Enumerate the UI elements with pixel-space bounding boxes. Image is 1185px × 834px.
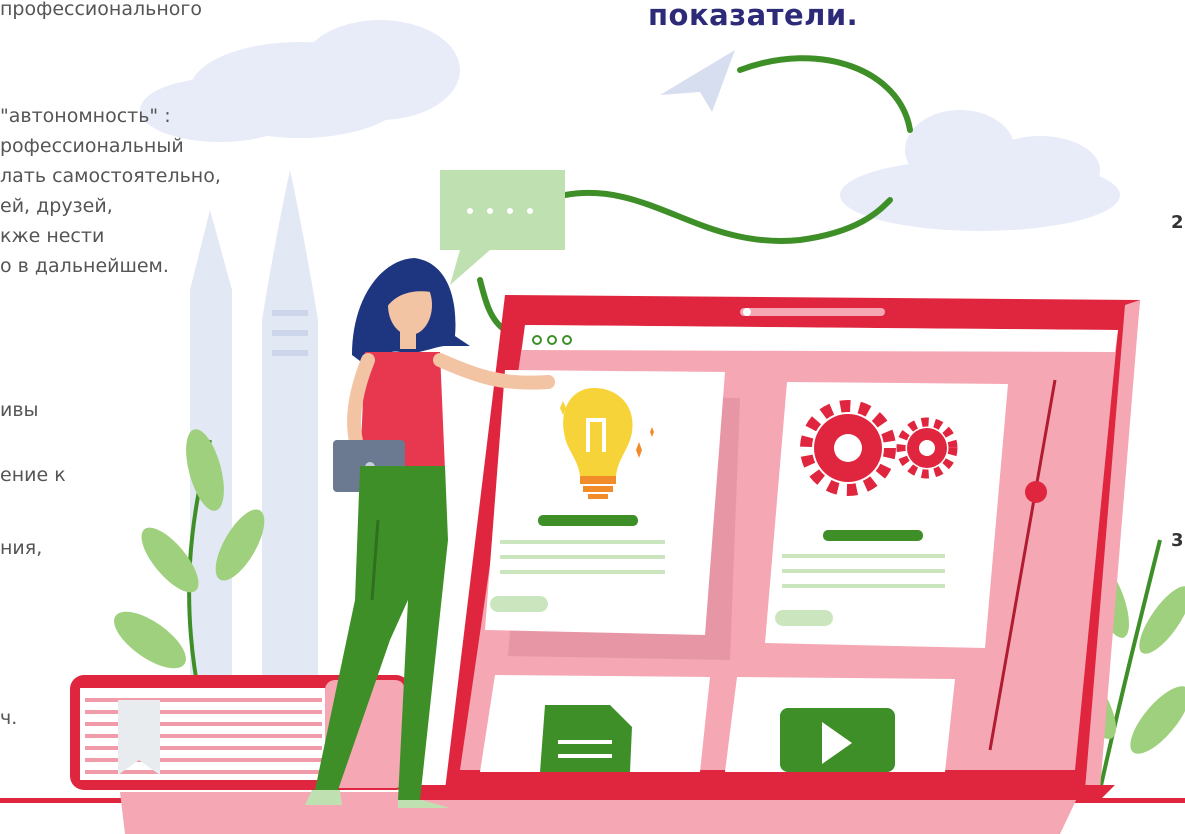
text-line-future: о в дальнейшем. [0,255,169,277]
text-line-professional: профессионального [0,0,202,20]
text-line-friends: ей, друзей, [0,195,113,217]
paper-plane-icon [660,50,735,112]
document-icon [540,705,632,772]
text-fragment-4: ч. [0,707,18,729]
connector-line [562,189,893,244]
background-towers [190,170,318,700]
laptop [445,295,1140,790]
text-line-autonomy: "автономность" : [0,105,171,127]
video-card [725,677,955,772]
text-fragment-1: ивы [0,399,39,421]
connector-line-down [477,277,508,333]
text-line-carry: кже нести [0,225,105,247]
text-line-professional-2: рофессиональный [0,135,184,157]
text-line-independent: лать самостоятельно, [0,165,221,187]
text-fragment-3: ния, [0,537,43,559]
illustration [0,20,1185,834]
edge-number-3: 3 [1171,530,1184,551]
cloud-right [840,110,1120,231]
speech-bubble-icon [440,170,565,285]
edge-number-2: 2 [1171,212,1184,233]
idea-card [485,370,725,635]
curved-arrow [737,55,913,133]
cloud-left [140,20,460,142]
heading-indicators: показатели. [648,0,859,32]
settings-card [765,382,1008,648]
document-card [480,675,710,772]
text-fragment-2: ение к [0,464,66,486]
